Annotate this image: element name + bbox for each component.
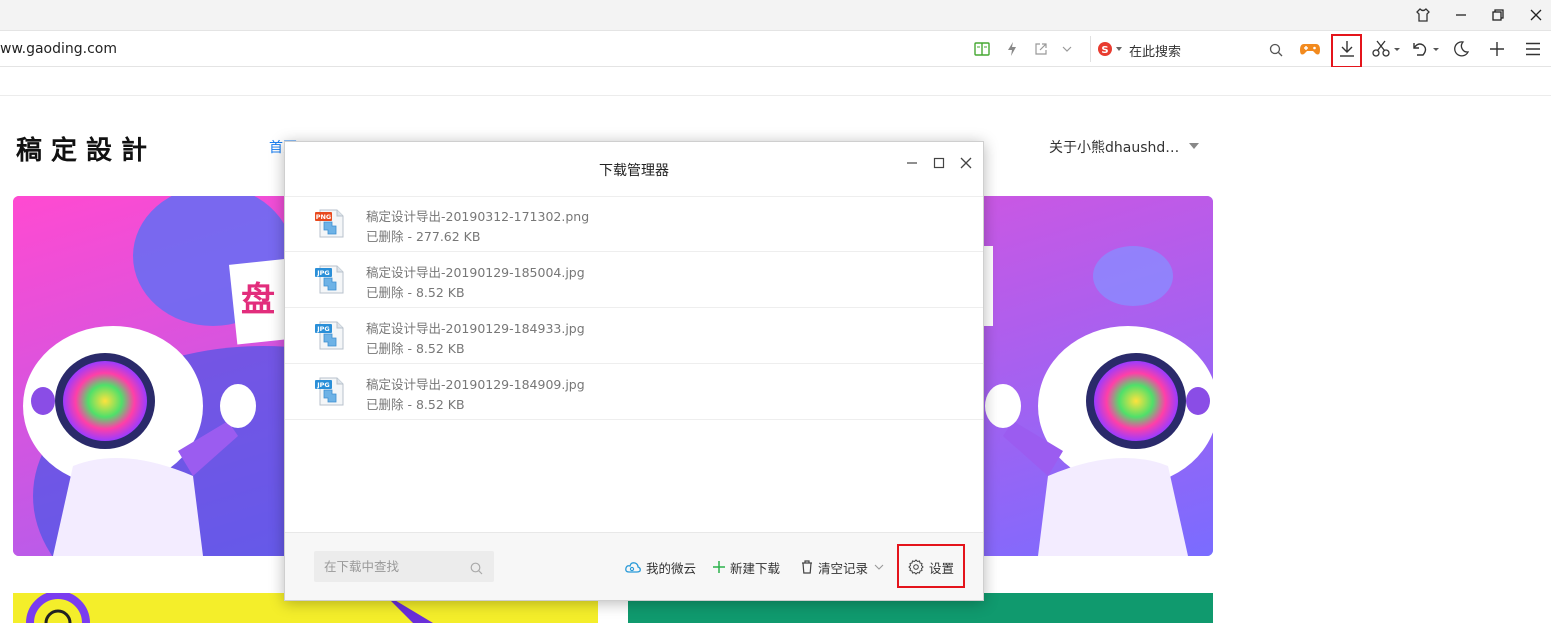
speed-mode-icon[interactable]	[1002, 37, 1022, 61]
file-type-label: JPG	[316, 381, 330, 389]
cloud-icon	[625, 562, 641, 573]
download-item[interactable]: JPG 稿定设计导出-20190129-184933.jpg 已删除 - 8.52 …	[285, 308, 983, 364]
bookmarks-strip	[0, 67, 1551, 96]
scissors-icon[interactable]	[1370, 37, 1402, 61]
undo-icon[interactable]	[1409, 37, 1441, 61]
sogou-logo-icon[interactable]: S	[1097, 41, 1123, 61]
file-type-label: PNG	[316, 213, 332, 221]
download-item[interactable]: JPG 稿定设计导出-20190129-184909.jpg 已删除 - 8.52 …	[285, 364, 983, 420]
download-item[interactable]: JPG 稿定设计导出-20190129-185004.jpg 已删除 - 8.52 …	[285, 252, 983, 308]
jpg-file-icon: JPG	[315, 265, 344, 294]
minimize-icon[interactable]	[901, 152, 923, 174]
caret-down-icon[interactable]	[1189, 143, 1199, 149]
site-logo[interactable]: 稿定設計	[16, 130, 156, 167]
chevron-down-icon	[874, 564, 884, 570]
chevron-down-icon[interactable]	[1059, 37, 1075, 61]
download-item[interactable]: PNG 稿定设计导出-20190312-171302.png 已删除 - 277.6…	[285, 196, 983, 252]
browser-title-bar	[0, 0, 1551, 30]
file-name[interactable]: 稿定设计导出-20190129-185004.jpg	[366, 262, 585, 281]
weiyun-button[interactable]: 我的微云	[625, 557, 696, 577]
jpg-file-icon: JPG	[315, 377, 344, 406]
file-name[interactable]: 稿定设计导出-20190129-184933.jpg	[366, 318, 585, 337]
download-manager-dialog: 下载管理器 PNG 稿定设计导出-20190312-171302.png 已删除 -…	[284, 141, 984, 601]
file-type-label: JPG	[316, 325, 330, 333]
menu-icon[interactable]	[1522, 37, 1544, 61]
settings-highlight	[897, 544, 965, 588]
plus-icon	[713, 561, 725, 573]
close-icon[interactable]	[1523, 4, 1549, 26]
url-text[interactable]: ww.gaoding.com	[0, 41, 117, 57]
reader-mode-icon[interactable]	[972, 37, 992, 61]
game-controller-icon[interactable]	[1298, 37, 1322, 61]
download-list: PNG 稿定设计导出-20190312-171302.png 已删除 - 277.6…	[285, 196, 983, 420]
file-name[interactable]: 稿定设计导出-20190129-184909.jpg	[366, 374, 585, 393]
user-menu[interactable]: 关于小熊dhaushd…	[1049, 137, 1179, 157]
dialog-title: 下载管理器	[599, 163, 669, 179]
address-bar: ww.gaoding.com S 在此搜索	[0, 30, 1551, 67]
share-icon[interactable]	[1031, 37, 1051, 61]
svg-text:S: S	[1101, 45, 1108, 56]
skin-icon[interactable]	[1410, 4, 1436, 26]
file-status: 已删除 - 277.62 KB	[366, 229, 481, 244]
search-icon[interactable]	[1269, 42, 1283, 61]
file-type-label: JPG	[316, 269, 330, 277]
file-status: 已删除 - 8.52 KB	[366, 285, 465, 300]
restore-icon[interactable]	[1485, 4, 1511, 26]
close-icon[interactable]	[955, 152, 977, 174]
dialog-footer: 我的微云 新建下载 清空记录 设置	[285, 532, 983, 600]
search-box[interactable]: S 在此搜索	[1090, 36, 1290, 62]
clear-records-label: 清空记录	[818, 560, 869, 576]
new-download-button[interactable]: 新建下载	[713, 557, 780, 577]
search-placeholder[interactable]: 在此搜索	[1129, 41, 1181, 60]
download-search-input[interactable]	[314, 551, 494, 582]
search-icon[interactable]	[470, 560, 483, 579]
new-download-label: 新建下载	[730, 560, 781, 576]
new-tab-icon[interactable]	[1486, 37, 1508, 61]
png-file-icon: PNG	[315, 209, 344, 238]
trash-icon	[802, 560, 812, 574]
download-button-highlight	[1331, 34, 1362, 68]
weiyun-label: 我的微云	[646, 560, 697, 576]
file-status: 已删除 - 8.52 KB	[366, 397, 465, 412]
minimize-icon[interactable]	[1448, 4, 1474, 26]
file-status: 已删除 - 8.52 KB	[366, 341, 465, 356]
svg-text:盘: 盘	[241, 280, 275, 320]
clear-records-button[interactable]: 清空记录	[801, 557, 889, 577]
night-mode-icon[interactable]	[1450, 37, 1472, 61]
jpg-file-icon: JPG	[315, 321, 344, 350]
file-name[interactable]: 稿定设计导出-20190312-171302.png	[366, 206, 589, 225]
maximize-icon[interactable]	[928, 152, 950, 174]
